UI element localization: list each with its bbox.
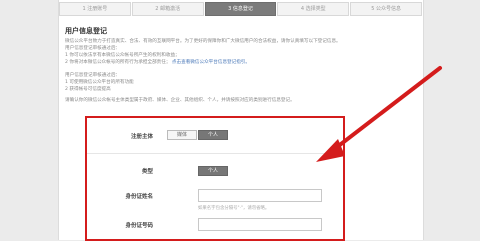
arrow-shaft	[326, 66, 442, 156]
red-arrow-annotation	[316, 66, 442, 162]
